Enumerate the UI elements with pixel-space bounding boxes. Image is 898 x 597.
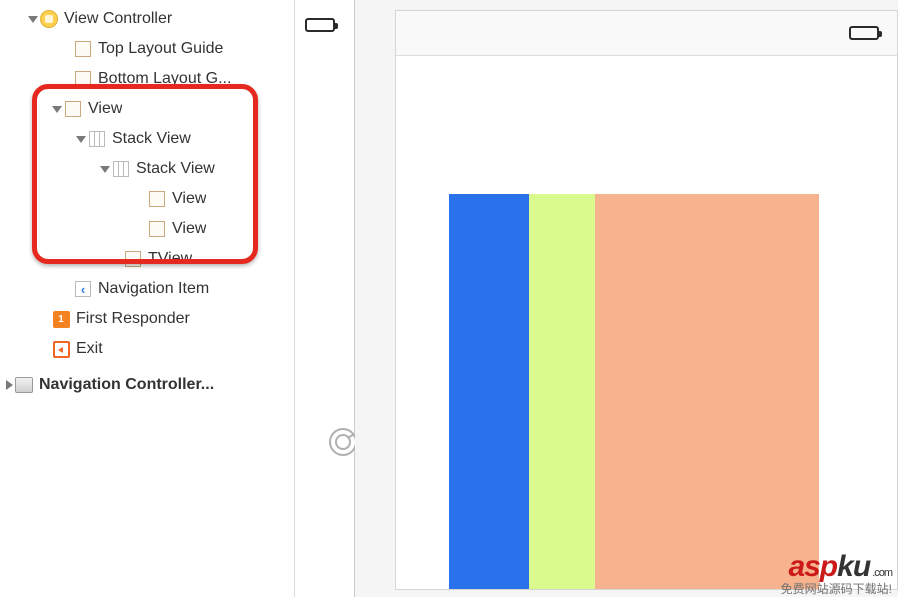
battery-icon [849,26,879,40]
disclosure-triangle-icon[interactable] [28,16,38,23]
view-icon [64,100,82,118]
watermark-dotcom: .com [872,567,892,579]
navigation-item-icon: ‹ [74,280,92,298]
outline-label: Navigation Item [98,280,209,298]
outline-row-view-child-1[interactable]: View [0,184,294,214]
outline-row-stackview-inner[interactable]: Stack View [0,154,294,184]
outline-label: Top Layout Guide [98,40,223,58]
view-icon [148,190,166,208]
outline-label: Exit [76,340,103,358]
watermark-asp: asp [788,550,837,583]
outline-label: View [172,220,206,238]
spacer [40,344,50,354]
preview-column-green[interactable] [529,194,595,589]
outline-row-tview[interactable]: TView [0,244,294,274]
outline-label: Stack View [112,130,191,148]
spacer [62,44,72,54]
view-icon [148,220,166,238]
outline-label: View [88,100,122,118]
constraint-gear-icon[interactable] [329,428,357,456]
preview-column-blue[interactable] [449,194,529,589]
outline-row-navigation-controller[interactable]: Navigation Controller... [0,370,294,400]
stack-view-icon [112,160,130,178]
outline-label: TView [148,250,192,268]
outline-row-exit[interactable]: Exit [0,334,294,364]
interface-builder-canvas[interactable] [355,0,898,597]
outline-row-stackview-outer[interactable]: Stack View [0,124,294,154]
canvas-ruler-column [295,0,355,597]
disclosure-triangle-icon[interactable] [6,380,13,390]
preview-column-salmon[interactable] [595,194,819,589]
document-outline-panel[interactable]: View Controller Top Layout Guide Bottom … [0,0,295,597]
watermark-subtitle: 免费网站源码下载站! [781,583,892,595]
outline-row-first-responder[interactable]: First Responder [0,304,294,334]
layout-guide-icon [74,70,92,88]
outline-label: View [172,190,206,208]
spacer [136,224,146,234]
outline-label: View Controller [64,10,172,28]
view-controller-icon [40,10,58,28]
watermark: aspku.com 免费网站源码下载站! [781,552,892,595]
outline-row-view-controller[interactable]: View Controller [0,4,294,34]
layout-guide-icon [74,40,92,58]
outline-row-navigation-item[interactable]: ‹ Navigation Item [0,274,294,304]
view-icon [124,250,142,268]
device-preview-window[interactable] [395,10,898,590]
outline-label: Stack View [136,160,215,178]
spacer [62,284,72,294]
navigation-controller-icon [15,376,33,394]
outline-label: Bottom Layout G... [98,70,231,88]
disclosure-triangle-icon[interactable] [52,106,62,113]
spacer [112,254,122,264]
device-status-bar [396,11,897,56]
first-responder-icon [52,310,70,328]
spacer [136,194,146,204]
exit-icon [52,340,70,358]
stack-view-preview[interactable] [449,194,819,589]
watermark-ku: ku [837,550,870,583]
watermark-brand: aspku.com [781,552,892,582]
battery-icon [305,18,335,32]
disclosure-triangle-icon[interactable] [100,166,110,173]
outline-label: First Responder [76,310,190,328]
outline-row-view[interactable]: View [0,94,294,124]
outline-label: Navigation Controller... [39,376,214,394]
outline-row-view-child-2[interactable]: View [0,214,294,244]
spacer [62,74,72,84]
outline-row-bottom-layout-guide[interactable]: Bottom Layout G... [0,64,294,94]
disclosure-triangle-icon[interactable] [76,136,86,143]
stack-view-icon [88,130,106,148]
spacer [40,314,50,324]
outline-row-top-layout-guide[interactable]: Top Layout Guide [0,34,294,64]
